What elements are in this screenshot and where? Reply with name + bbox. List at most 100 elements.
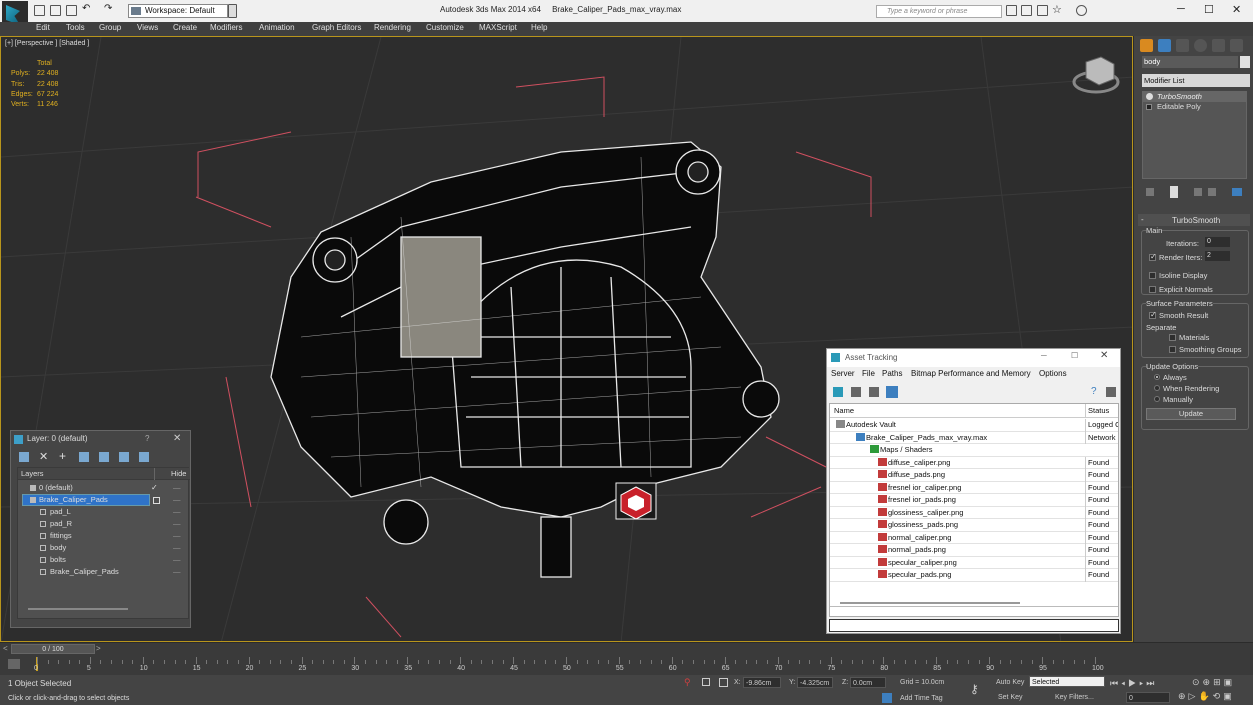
lock-selection-icon[interactable] — [702, 678, 710, 686]
menu-graph-editors[interactable]: Graph Editors — [312, 23, 361, 32]
asset-row[interactable]: fresnel ior_caliper.png Found — [830, 481, 1118, 494]
layer-row[interactable]: Brake_Caliper_Pads — — [18, 566, 190, 578]
modify-tab-icon[interactable] — [1158, 39, 1171, 52]
hide-toggle[interactable]: — — [173, 506, 181, 518]
viewport-label[interactable]: [+] [Perspective ] [Shaded ] — [5, 40, 89, 47]
add-to-layer-icon[interactable] — [79, 452, 89, 462]
menu-animation[interactable]: Animation — [259, 23, 295, 32]
layer-row-selected[interactable]: Brake_Caliper_Pads — — [18, 494, 190, 506]
table-view-icon[interactable] — [886, 386, 898, 398]
remove-modifier-icon[interactable] — [1208, 188, 1216, 196]
hide-toggle[interactable]: — — [173, 554, 181, 566]
menu-maxscript[interactable]: MAXScript — [479, 23, 517, 32]
status-column-header[interactable]: Status — [1085, 404, 1118, 418]
menu-group[interactable]: Group — [99, 23, 121, 32]
asset-menu-bitmap[interactable]: Bitmap Performance and Memory — [911, 369, 1031, 378]
layer-row[interactable]: pad_L — — [18, 506, 190, 518]
asset-menu-file[interactable]: File — [862, 369, 875, 378]
list-view-icon[interactable] — [851, 387, 861, 397]
playback-controls[interactable]: ⏮◂▶▸⏭ — [1110, 678, 1157, 689]
turbosmooth-rollout-header[interactable]: - TurboSmooth — [1138, 214, 1250, 226]
asset-row[interactable]: fresnel ior_pads.png Found — [830, 494, 1118, 507]
create-layer-icon[interactable]: + — [59, 449, 66, 463]
menu-customize[interactable]: Customize — [426, 23, 464, 32]
make-unique-icon[interactable] — [1194, 188, 1202, 196]
menu-views[interactable]: Views — [137, 23, 158, 32]
binoculars-icon[interactable] — [1006, 5, 1017, 16]
x-coordinate-field[interactable]: -9.86cm — [743, 677, 781, 688]
help-icon[interactable]: ? — [1091, 386, 1097, 397]
set-key-button[interactable]: Set Key — [998, 694, 1023, 701]
time-slider-thumb[interactable]: 0 / 100 — [11, 644, 95, 654]
layers-column-header[interactable]: Layers — [21, 468, 44, 480]
asset-row[interactable]: Brake_Caliper_Pads_max_vray.max Network P — [830, 431, 1118, 444]
explicit-normals-checkbox[interactable] — [1149, 286, 1156, 293]
asset-row[interactable]: glossiness_pads.png Found — [830, 519, 1118, 532]
time-tag-icon[interactable] — [882, 693, 892, 703]
hide-all-icon[interactable] — [139, 452, 149, 462]
object-color-swatch[interactable] — [1240, 56, 1250, 68]
render-iters-spinner[interactable]: 2 — [1205, 251, 1230, 261]
asset-row[interactable]: diffuse_pads.png Found — [830, 469, 1118, 482]
subscription-icon[interactable] — [1021, 5, 1032, 16]
modifier-list-dropdown[interactable]: Modifier List — [1142, 74, 1250, 87]
manually-radio[interactable] — [1154, 396, 1160, 402]
materials-checkbox[interactable] — [1169, 334, 1176, 341]
display-tab-icon[interactable] — [1212, 39, 1225, 52]
key-set-dropdown[interactable]: Selected — [1029, 676, 1105, 687]
lightbulb-icon[interactable] — [1146, 93, 1153, 100]
smooth-result-checkbox[interactable] — [1149, 310, 1157, 319]
minimize-icon[interactable]: ─ — [1177, 3, 1185, 15]
stack-item-editable-poly[interactable]: Editable Poly — [1143, 102, 1246, 112]
hide-toggle[interactable]: — — [173, 494, 181, 506]
pin-icon[interactable]: ⚲ — [684, 677, 691, 688]
hide-toggle[interactable]: — — [173, 482, 181, 494]
hide-toggle[interactable]: — — [173, 530, 181, 542]
favorites-star-icon[interactable]: ☆ — [1052, 3, 1063, 16]
prev-frame-icon[interactable]: < — [3, 644, 8, 653]
maximize-icon[interactable]: ☐ — [1204, 3, 1214, 16]
hide-toggle[interactable]: — — [173, 566, 181, 578]
new-file-icon[interactable] — [34, 5, 45, 16]
utilities-tab-icon[interactable] — [1230, 39, 1243, 52]
asset-path-field[interactable] — [829, 619, 1119, 632]
hide-column-header[interactable]: Hide — [154, 468, 186, 480]
render-iters-checkbox[interactable] — [1149, 252, 1157, 261]
layers-icon[interactable] — [19, 452, 29, 462]
expand-icon[interactable] — [1146, 104, 1152, 110]
highlight-layer-icon[interactable] — [119, 452, 129, 462]
communication-icon[interactable] — [1037, 5, 1048, 16]
z-coordinate-field[interactable]: 0.0cm — [850, 677, 886, 688]
settings-icon[interactable] — [1106, 387, 1116, 397]
layer-row[interactable]: pad_R — — [18, 518, 190, 530]
refresh-icon[interactable] — [833, 387, 843, 397]
asset-row[interactable]: glossiness_caliper.png Found — [830, 506, 1118, 519]
asset-row[interactable]: normal_caliper.png Found — [830, 531, 1118, 544]
y-coordinate-field[interactable]: -4.325cm — [797, 677, 833, 688]
hide-toggle[interactable]: — — [173, 518, 181, 530]
asset-row[interactable]: specular_caliper.png Found — [830, 556, 1118, 569]
current-frame-field[interactable]: 0 — [1126, 692, 1170, 703]
next-frame-icon[interactable]: > — [96, 644, 101, 653]
horizontal-scrollbar[interactable] — [840, 602, 1020, 604]
asset-row[interactable]: Autodesk Vault Logged O — [830, 419, 1118, 432]
open-file-icon[interactable] — [50, 5, 61, 16]
menu-help[interactable]: Help — [531, 23, 547, 32]
name-column-header[interactable]: Name — [834, 404, 854, 418]
save-file-icon[interactable] — [66, 5, 77, 16]
checkmark-icon[interactable]: ✓ — [151, 482, 158, 494]
show-end-result-icon[interactable] — [1170, 186, 1178, 198]
asset-row[interactable]: normal_pads.png Found — [830, 544, 1118, 557]
workspace-chevron-down-icon[interactable] — [228, 4, 237, 18]
current-layer-icon[interactable] — [153, 497, 160, 504]
menu-create[interactable]: Create — [173, 23, 197, 32]
undo-icon[interactable]: ↶ — [82, 3, 93, 14]
iterations-spinner[interactable]: 0 — [1205, 237, 1230, 247]
close-icon[interactable]: ✕ — [1232, 3, 1241, 16]
menu-modifiers[interactable]: Modifiers — [210, 23, 242, 32]
asset-row[interactable]: Maps / Shaders — [830, 444, 1118, 457]
timeline-track[interactable]: 0 5 10 15 20 25 30 35 40 45 50 55 60 65 70 75 80 85 90 95 10… — [0, 655, 1253, 675]
motion-tab-icon[interactable] — [1194, 39, 1207, 52]
isoline-checkbox[interactable] — [1149, 272, 1156, 279]
configure-sets-icon[interactable] — [1232, 188, 1242, 196]
